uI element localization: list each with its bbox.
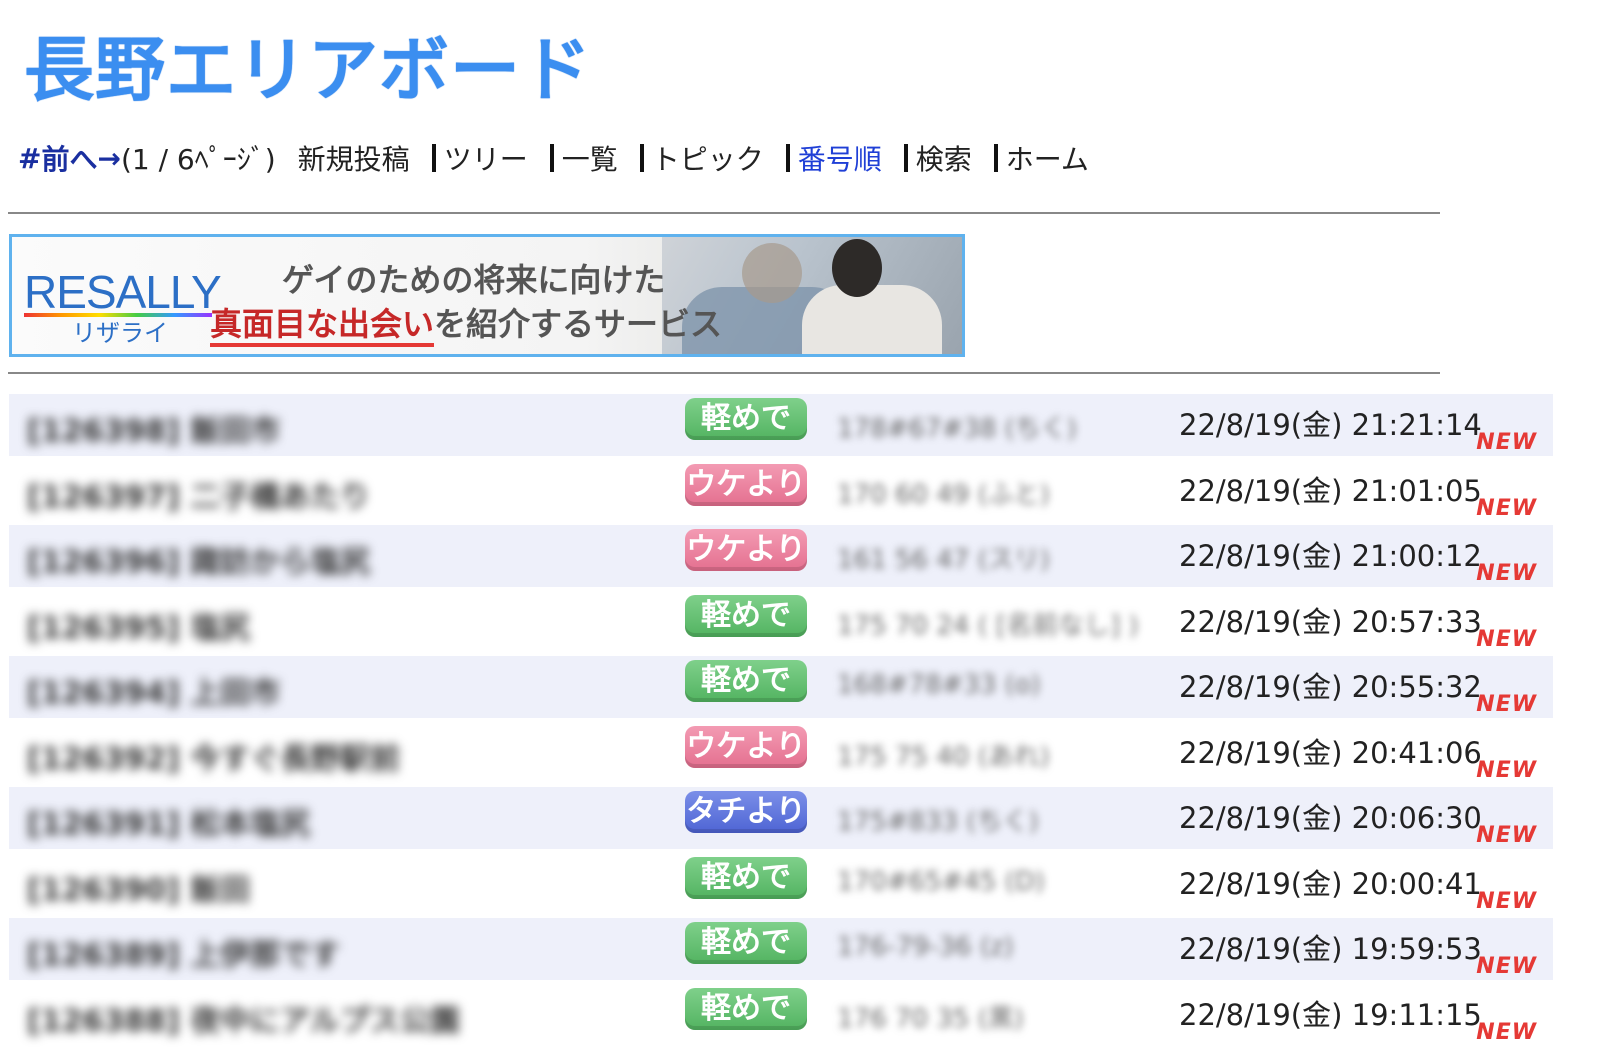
post-title[interactable]: [126390] 飯田 — [27, 865, 250, 909]
banner-logo: RESALLY — [24, 266, 222, 318]
nav-separator — [639, 144, 644, 172]
post-date: 22/8/19(金) 19:59:53 NEW — [1179, 918, 1553, 980]
post-date: 22/8/19(金) 21:01:05 NEW — [1179, 459, 1553, 522]
anchor-hash: # — [18, 141, 42, 175]
nav-tree[interactable]: ツリー — [444, 138, 528, 178]
post-type-badge: 軽めで — [685, 660, 807, 702]
post-type-badge: 軽めで — [685, 594, 807, 637]
post-date-text: 22/8/19(金) 20:06:30 — [1179, 801, 1482, 835]
post-type-badge: 軽めで — [685, 987, 807, 1030]
photo-person — [802, 285, 942, 354]
banner-logo-sub: リザライ — [72, 319, 168, 347]
post-type-badge: 軽めで — [685, 922, 807, 964]
post-row[interactable]: [126396] 諏訪から塩尻 ウケより 161 56 47 (スリ) 22/8… — [9, 525, 1553, 587]
nav-separator — [993, 144, 998, 172]
post-profile: 176 70 35 (黒) — [837, 1003, 1024, 1034]
post-row[interactable]: [126389] 上伊那です 軽めで 176-79-36 (z) 22/8/19… — [9, 918, 1553, 980]
post-profile: 170 60 49 (ふと) — [837, 479, 1050, 510]
nav-separator — [431, 144, 436, 172]
post-title[interactable]: [126391] 松本塩尻 — [27, 799, 310, 843]
nav-separator — [549, 144, 554, 172]
banner-tagline-1: ゲイのための将来に向けた — [282, 261, 666, 299]
post-date-text: 22/8/19(金) 20:00:41 — [1179, 866, 1482, 901]
post-date-text: 22/8/19(金) 20:41:06 — [1179, 735, 1482, 770]
post-row[interactable]: [126395] 塩尻 軽めで 175 70 24 ( [名前なし] ) 22/… — [9, 590, 1553, 653]
banner-highlight: 真面目な出会い — [210, 305, 435, 347]
nav-search[interactable]: 検索 — [916, 138, 972, 178]
post-title[interactable]: [126395] 塩尻 — [27, 603, 250, 647]
post-date: 22/8/19(金) 19:11:15 NEW — [1179, 983, 1553, 1046]
post-profile: 175 70 24 ( [名前なし] ) — [837, 610, 1139, 641]
post-profile: 175#833 (ちく) — [837, 807, 1039, 837]
post-row[interactable]: [126398] 飯田市 軽めで 178#67#38 (ちく) 22/8/19(… — [9, 394, 1553, 456]
post-date: 22/8/19(金) 20:55:32 NEW — [1179, 656, 1553, 718]
post-type-badge: ウケより — [685, 463, 807, 506]
post-title[interactable]: [126389] 上伊那です — [27, 930, 340, 974]
post-list: [126398] 飯田市 軽めで 178#67#38 (ちく) 22/8/19(… — [9, 394, 1553, 1049]
ad-banner[interactable]: RESALLY リザライ ゲイのための将来に向けた 真面目な出会いを紹介するサー… — [9, 234, 965, 357]
photo-person — [742, 243, 802, 303]
post-row[interactable]: [126391] 松本塩尻 タチより 175#833 (ちく) 22/8/19(… — [9, 787, 1553, 849]
post-row[interactable]: [126392] 今すぐ長野駅前 ウケより 175 75 40 (あれ) 22/… — [9, 721, 1553, 784]
post-type-badge: ウケより — [685, 725, 807, 768]
banner-tagline-rest: を紹介するサービス — [434, 305, 723, 343]
post-profile: 168#78#33 (o) — [837, 670, 1041, 700]
nav-list[interactable]: 一覧 — [562, 138, 618, 178]
nav-home[interactable]: ホーム — [1006, 138, 1089, 178]
post-type-badge: 軽めで — [685, 856, 807, 899]
post-date: 22/8/19(金) 20:41:06 NEW — [1179, 721, 1553, 784]
nav-new-post[interactable]: 新規投稿 — [298, 138, 410, 178]
divider — [8, 372, 1440, 374]
post-title[interactable]: [126394] 上田市 — [27, 668, 280, 712]
photo-person — [832, 239, 882, 297]
post-date-text: 22/8/19(金) 21:00:12 — [1179, 539, 1482, 573]
post-date: 22/8/19(金) 21:21:14 NEW — [1179, 394, 1553, 456]
post-title[interactable]: [126388] 夜中にアルプス公園 — [27, 996, 460, 1040]
post-date-text: 22/8/19(金) 19:59:53 — [1179, 932, 1482, 966]
nav-separator — [903, 144, 908, 172]
post-date-text: 22/8/19(金) 20:57:33 — [1179, 604, 1482, 639]
post-date: 22/8/19(金) 21:00:12 NEW — [1179, 525, 1553, 587]
prev-link[interactable]: 前へ — [41, 138, 97, 178]
post-profile: 178#67#38 (ちく) — [837, 414, 1077, 444]
post-title[interactable]: [126398] 飯田市 — [27, 406, 280, 450]
navigation-bar: # 前へ → (1 / 6ﾍﾟｰｼﾞ) 新規投稿 ツリー 一覧 トピック 番号順… — [18, 138, 1111, 178]
post-date-text: 22/8/19(金) 20:55:32 — [1179, 670, 1482, 704]
post-type-badge: タチより — [685, 791, 807, 833]
post-row[interactable]: [126390] 飯田 軽めで 170#65#45 (D) 22/8/19(金)… — [9, 852, 1553, 915]
post-date-text: 22/8/19(金) 21:21:14 — [1179, 408, 1482, 442]
post-title[interactable]: [126397] 二子橋あたり — [27, 472, 370, 516]
new-badge: NEW — [1476, 1019, 1537, 1045]
post-title[interactable]: [126396] 諏訪から塩尻 — [27, 537, 370, 581]
post-profile: 161 56 47 (スリ) — [837, 545, 1050, 575]
nav-topic[interactable]: トピック — [652, 138, 764, 178]
post-profile: 176-79-36 (z) — [837, 932, 1014, 962]
post-row[interactable]: [126394] 上田市 軽めで 168#78#33 (o) 22/8/19(金… — [9, 656, 1553, 718]
divider — [8, 212, 1440, 214]
post-profile: 175 75 40 (あれ) — [837, 741, 1050, 772]
post-title[interactable]: [126392] 今すぐ長野駅前 — [27, 734, 400, 778]
post-type-badge: 軽めで — [685, 398, 807, 440]
post-row[interactable]: [126388] 夜中にアルプス公園 軽めで 176 70 35 (黒) 22/… — [9, 983, 1553, 1046]
post-profile: 170#65#45 (D) — [837, 866, 1045, 897]
post-date-text: 22/8/19(金) 21:01:05 — [1179, 473, 1482, 508]
nav-number-order[interactable]: 番号順 — [798, 138, 882, 178]
post-date: 22/8/19(金) 20:57:33 NEW — [1179, 590, 1553, 653]
next-link[interactable]: → — [97, 142, 120, 175]
post-date: 22/8/19(金) 20:00:41 NEW — [1179, 852, 1553, 915]
nav-separator — [785, 144, 790, 172]
banner-tagline-2: 真面目な出会いを紹介するサービス — [210, 299, 723, 347]
post-row[interactable]: [126397] 二子橋あたり ウケより 170 60 49 (ふと) 22/8… — [9, 459, 1553, 522]
page-info: (1 / 6ﾍﾟｰｼﾞ) — [120, 143, 276, 176]
post-date: 22/8/19(金) 20:06:30 NEW — [1179, 787, 1553, 849]
post-type-badge: ウケより — [685, 529, 807, 571]
post-date-text: 22/8/19(金) 19:11:15 — [1179, 997, 1482, 1032]
site-title: 長野エリアボード — [24, 29, 592, 111]
